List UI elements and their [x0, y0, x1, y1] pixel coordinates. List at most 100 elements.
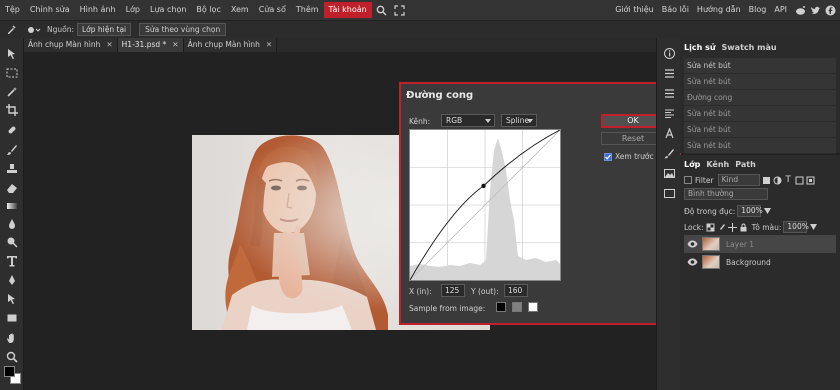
gradient-tool-icon[interactable] — [4, 198, 20, 213]
info-icon[interactable] — [661, 46, 677, 61]
menu-blog[interactable]: Blog — [745, 2, 771, 18]
y-out-input[interactable]: 160 — [504, 284, 528, 297]
blur-tool-icon[interactable] — [4, 216, 20, 231]
tab-layers[interactable]: Lớp — [684, 160, 700, 169]
layer-row-background[interactable]: Background — [684, 253, 836, 271]
eraser-tool-icon[interactable] — [4, 180, 20, 195]
sample-selection-button[interactable]: Sửa theo vùng chọn — [139, 23, 227, 36]
paragraph-icon[interactable] — [661, 106, 677, 121]
foreground-color-swatch[interactable] — [4, 366, 15, 377]
sample-gray-swatch[interactable] — [512, 302, 522, 312]
lock-all-icon[interactable] — [739, 223, 748, 232]
channel-select[interactable]: RGB — [441, 114, 495, 127]
menu-edit[interactable]: Chỉnh sửa — [25, 2, 75, 18]
close-icon[interactable]: ✕ — [266, 38, 272, 52]
type-tool-icon[interactable] — [4, 253, 20, 268]
x-in-input[interactable]: 125 — [441, 284, 465, 297]
magic-wand-tool-icon[interactable] — [4, 84, 20, 99]
lock-pixels-icon[interactable] — [717, 223, 726, 232]
curve-graph[interactable] — [409, 129, 561, 281]
menu-view[interactable]: Xem — [226, 2, 254, 18]
history-item[interactable]: Sửa nét bút — [684, 58, 836, 74]
close-icon[interactable]: ✕ — [172, 38, 178, 52]
dodge-tool-icon[interactable] — [4, 234, 20, 249]
character-icon[interactable] — [661, 126, 677, 141]
facebook-icon[interactable] — [824, 4, 836, 16]
eye-icon[interactable] — [686, 238, 698, 250]
sliders-icon[interactable] — [661, 66, 677, 81]
move-tool-icon[interactable] — [4, 46, 20, 61]
menu-more[interactable]: Thêm — [291, 2, 324, 18]
tab-paths[interactable]: Path — [735, 160, 756, 169]
brush-settings-icon[interactable] — [661, 146, 677, 161]
blend-mode-select[interactable]: Bình thường — [684, 188, 768, 200]
history-item[interactable]: Sửa nét bút — [684, 122, 836, 138]
history-item[interactable]: Đường cong — [684, 90, 836, 106]
menu-api[interactable]: API — [770, 2, 791, 18]
close-icon[interactable]: ✕ — [106, 38, 112, 52]
tab-history[interactable]: Lịch sử — [684, 43, 716, 52]
preview-toggle[interactable]: Xem trước — [604, 152, 654, 161]
fullscreen-icon[interactable] — [392, 2, 408, 18]
image-icon[interactable] — [661, 166, 677, 181]
crop-tool-icon[interactable] — [4, 102, 20, 117]
history-item[interactable]: Sửa nét bút — [684, 74, 836, 90]
sample-white-swatch[interactable] — [528, 302, 538, 312]
fill-label: Tô màu: — [751, 222, 782, 232]
search-icon[interactable] — [374, 2, 390, 18]
reddit-icon[interactable] — [794, 4, 806, 16]
chevron-down-icon[interactable] — [810, 223, 818, 232]
twitter-icon[interactable] — [809, 4, 821, 16]
pixel-filter-icon[interactable] — [762, 176, 771, 185]
kind-select[interactable]: Kind — [717, 174, 760, 186]
chevron-down-icon[interactable] — [764, 207, 772, 216]
menu-select[interactable]: Lựa chọn — [145, 2, 191, 18]
tab-channels[interactable]: Kênh — [706, 160, 729, 169]
lock-position-icon[interactable] — [727, 222, 737, 232]
filter-checkbox[interactable] — [684, 176, 692, 184]
layer-row-layer-1[interactable]: Layer 1 — [684, 235, 836, 253]
hand-tool-icon[interactable] — [4, 330, 20, 345]
pen-tool-icon[interactable] — [4, 272, 20, 287]
opacity-input[interactable]: 100% — [737, 205, 763, 217]
tab-h1-31[interactable]: H1-31.psd * ✕ — [117, 38, 184, 52]
curve-control-point[interactable] — [481, 183, 486, 189]
history-item[interactable]: Sửa nét bút — [684, 138, 836, 154]
history-item[interactable]: Sửa nét bút — [684, 106, 836, 122]
sample-size-icon[interactable] — [27, 25, 41, 35]
list-icon[interactable] — [661, 86, 677, 101]
tab-screenshot-2[interactable]: Ảnh chụp Màn hình ✕ — [183, 38, 278, 52]
menu-layer[interactable]: Lớp — [121, 2, 145, 18]
checkbox-checked-icon[interactable] — [604, 152, 612, 161]
zoom-tool-icon[interactable] — [4, 349, 20, 364]
menu-guide[interactable]: Hướng dẫn — [693, 2, 745, 18]
menu-report-bug[interactable]: Báo lỗi — [658, 2, 693, 18]
layer-thumbnail — [702, 237, 720, 251]
healing-tool-icon[interactable] — [4, 122, 20, 137]
fill-input[interactable]: 100% — [783, 221, 809, 233]
source-select[interactable]: Lớp hiện tại — [77, 23, 132, 36]
smart-object-filter-icon[interactable] — [806, 176, 815, 185]
eyedropper-option-icon[interactable] — [6, 24, 17, 35]
lock-transparency-icon[interactable] — [706, 223, 715, 232]
clone-stamp-tool-icon[interactable] — [4, 161, 20, 176]
tab-screenshot-1[interactable]: Ảnh chụp Màn hình ✕ — [24, 38, 118, 52]
tab-swatches[interactable]: Swatch màu — [722, 43, 777, 52]
brush-tool-icon[interactable] — [4, 142, 20, 157]
sample-black-swatch[interactable] — [496, 302, 506, 312]
menu-file[interactable]: Tệp — [0, 2, 25, 18]
adjustment-filter-icon[interactable] — [773, 176, 782, 185]
menu-account[interactable]: Tài khoản — [323, 2, 372, 18]
css-icon[interactable] — [661, 186, 677, 201]
menu-filter[interactable]: Bộ lọc — [191, 2, 225, 18]
marquee-tool-icon[interactable] — [4, 65, 20, 80]
type-filter-icon[interactable]: T — [784, 175, 793, 185]
eye-icon[interactable] — [686, 256, 698, 268]
path-select-tool-icon[interactable] — [4, 291, 20, 306]
shape-tool-icon[interactable] — [4, 310, 20, 325]
menu-about[interactable]: Giới thiệu — [611, 2, 658, 18]
curve-mode-select[interactable]: Spline — [501, 114, 537, 127]
menu-image[interactable]: Hình ảnh — [75, 2, 121, 18]
menu-window[interactable]: Cửa sổ — [254, 2, 291, 18]
shape-filter-icon[interactable] — [795, 176, 804, 185]
